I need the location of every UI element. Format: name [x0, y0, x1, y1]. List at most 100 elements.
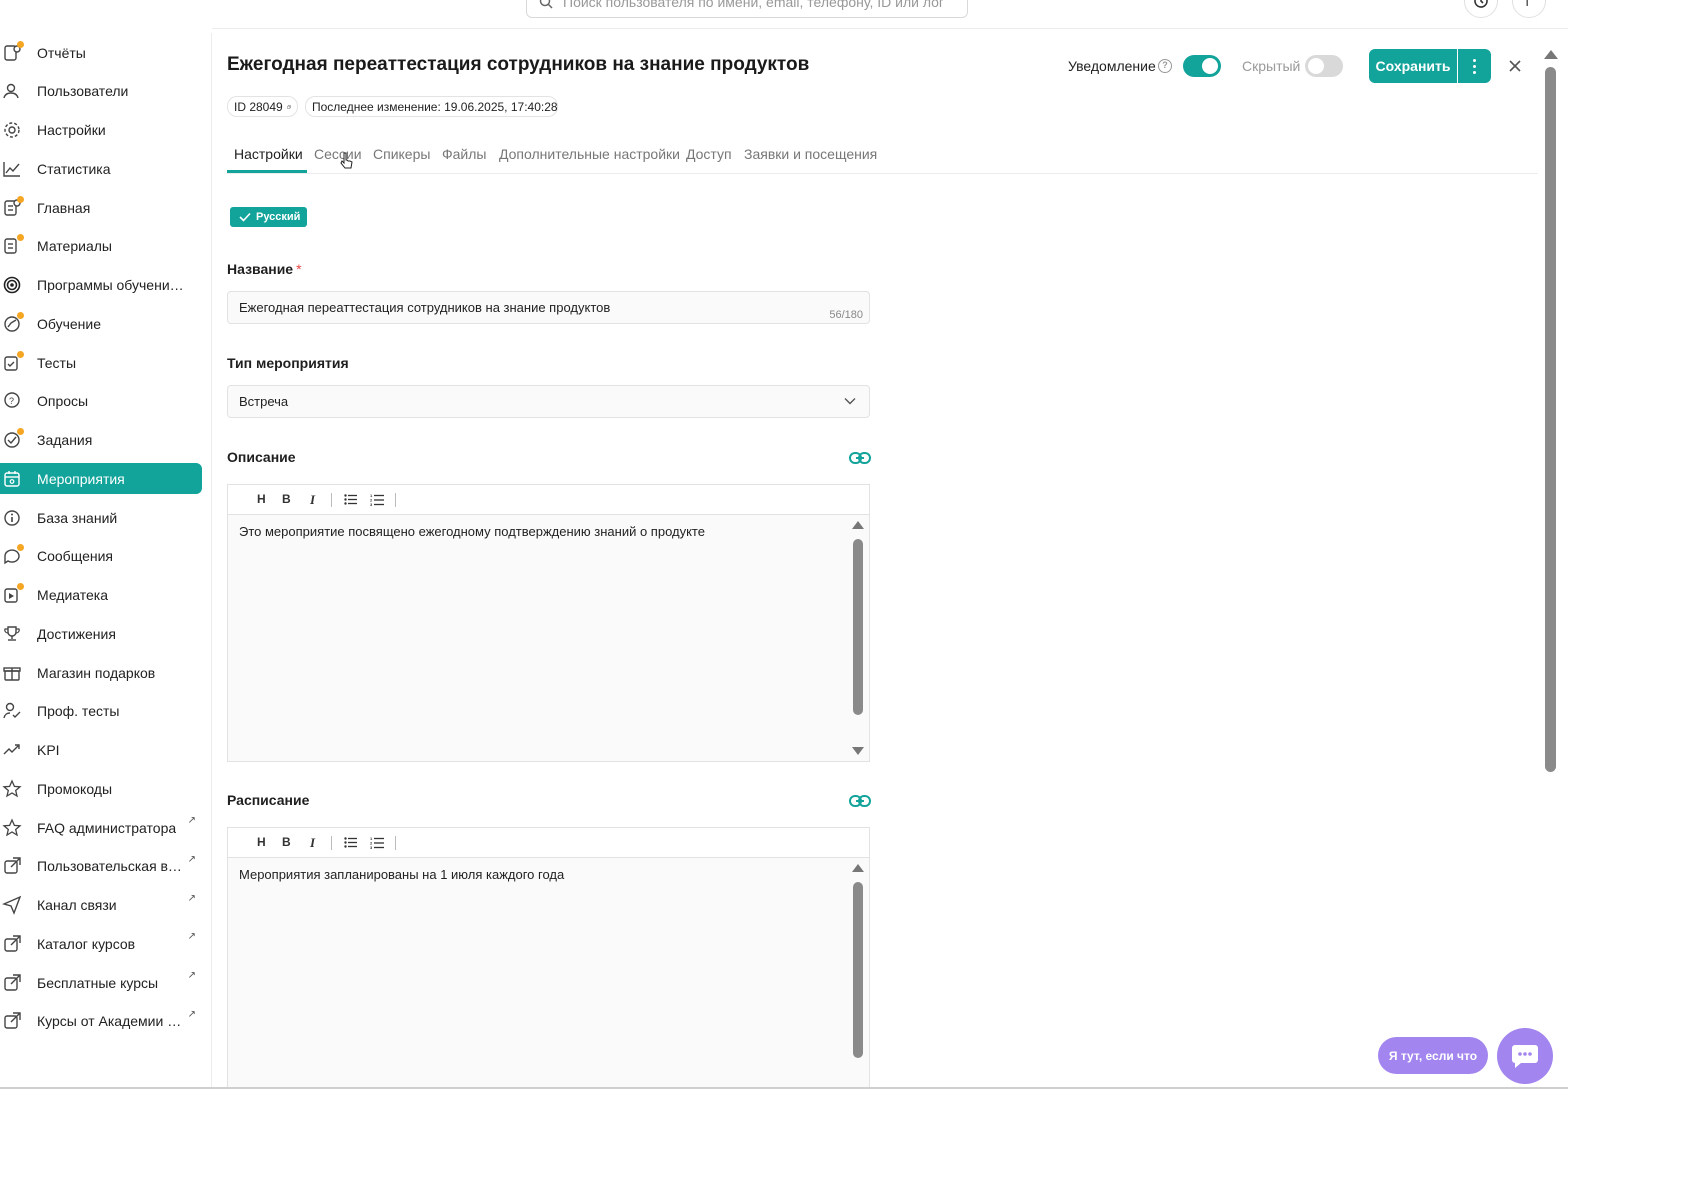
sidebar-item-17[interactable]: Магазин подарков	[0, 657, 202, 688]
hidden-toggle[interactable]	[1305, 55, 1343, 77]
last-modified-label: Последнее изменение: 19.06.2025, 17:40:2…	[312, 99, 558, 114]
pointer-cursor-icon	[340, 152, 353, 169]
sidebar-item-2[interactable]: Пользователи	[0, 76, 202, 107]
sidebar-item-23[interactable]: Канал связи ↗	[0, 890, 202, 921]
page-scrollbar-thumb[interactable]	[1545, 67, 1556, 772]
sidebar-item-14[interactable]: Сообщения	[0, 541, 202, 572]
sidebar-item-13[interactable]: База знаний	[0, 502, 202, 533]
sidebar-item-6[interactable]: Материалы	[0, 231, 202, 262]
search-input[interactable]	[563, 0, 943, 10]
name-counter: 56/180	[829, 309, 863, 321]
description-label: Описание	[227, 449, 296, 465]
bullet-list-icon[interactable]	[344, 494, 357, 505]
external-arrow-icon: ↗	[187, 853, 196, 865]
info-icon	[2, 508, 22, 528]
sidebar-item-19[interactable]: KPI	[0, 735, 202, 766]
link-icon[interactable]	[849, 451, 871, 465]
event-type-value: Встреча	[239, 394, 289, 409]
sidebar-item-label: Магазин подарков	[37, 664, 156, 681]
sidebar-item-3[interactable]: Настройки	[0, 115, 202, 146]
search-icon	[539, 0, 553, 9]
menu-icon[interactable]	[2, 0, 24, 12]
description-text[interactable]: Это мероприятие посвящено ежегодному под…	[228, 515, 869, 548]
link-icon[interactable]	[849, 794, 871, 808]
helper-pill[interactable]: Я тут, если что	[1378, 1037, 1488, 1074]
sidebar-item-15[interactable]: Медиатека	[0, 580, 202, 611]
last-modified-chip[interactable]: Последнее изменение: 19.06.2025, 17:40:2…	[305, 96, 558, 117]
sidebar-item-4[interactable]: Статистика	[0, 153, 202, 184]
sidebar-item-9[interactable]: Тесты	[0, 347, 202, 378]
sidebar-item-16[interactable]: Достижения	[0, 618, 202, 649]
heading-button[interactable]: H	[257, 835, 266, 849]
schedule-editor[interactable]: H B I 123 Мероприятия запланированы на 1…	[227, 827, 870, 1089]
svg-text:3: 3	[370, 502, 373, 506]
bold-button[interactable]: B	[282, 835, 291, 849]
sidebar-item-label: Канал связи	[37, 897, 117, 913]
bottom-divider	[0, 1087, 1568, 1089]
sidebar-item-label: Пользовательская веб-...	[37, 858, 189, 875]
sidebar-item-label: Сообщения	[37, 548, 113, 565]
history-button[interactable]	[1464, 0, 1498, 18]
page-scroll-up-arrow[interactable]	[1544, 50, 1558, 59]
materials-icon	[2, 234, 24, 256]
sidebar-item-22[interactable]: Пользовательская веб-... ↗	[0, 851, 202, 882]
chart-line-icon	[2, 159, 22, 179]
numbered-list-icon[interactable]: 123	[370, 836, 384, 849]
prof-test-icon	[2, 701, 22, 721]
home-doc-icon	[2, 195, 24, 218]
schedule-text[interactable]: Мероприятия запланированы на 1 июля кажд…	[228, 858, 869, 891]
numbered-list-icon[interactable]: 123	[370, 493, 384, 506]
id-chip[interactable]: ID 28049	[227, 96, 298, 117]
tab-4[interactable]: Файлы	[442, 140, 486, 174]
notification-toggle[interactable]	[1183, 55, 1221, 77]
sidebar-item-25[interactable]: Бесплатные курсы ↗	[0, 967, 202, 998]
sidebar-item-26[interactable]: Курсы от Академии Экв... ↗	[0, 1006, 202, 1037]
sidebar-item-label: Проф. тесты	[37, 703, 120, 720]
sidebar-item-label: Материалы	[37, 238, 112, 255]
surveys-icon: ?	[2, 391, 22, 411]
tab-5[interactable]: Дополнительные настройки	[499, 140, 680, 174]
tab-1[interactable]: Настройки	[234, 140, 303, 174]
save-button[interactable]: Сохранить	[1369, 49, 1457, 83]
help-icon[interactable]: ?	[1158, 59, 1172, 73]
name-input[interactable]: Ежегодная переаттестация сотрудников на …	[227, 291, 870, 324]
sidebar-item-10[interactable]: ? Опросы	[0, 386, 202, 417]
sidebar-item-5[interactable]: Главная	[0, 192, 202, 223]
tab-7[interactable]: Заявки и посещения	[744, 140, 877, 174]
tab-2[interactable]: Сессии	[314, 140, 362, 174]
sidebar-item-label: Настройки	[37, 122, 106, 138]
language-badge[interactable]: Русский	[230, 207, 307, 227]
sidebar-item-7[interactable]: Программы обучения п...	[0, 270, 202, 301]
tab-3[interactable]: Спикеры	[373, 140, 430, 174]
search-bar[interactable]	[526, 0, 968, 18]
sidebar-item-8[interactable]: Обучение	[0, 308, 202, 339]
bold-button[interactable]: B	[282, 492, 291, 506]
more-options-button[interactable]	[1458, 49, 1491, 83]
profile-button[interactable]: Г	[1512, 0, 1546, 18]
copy-icon[interactable]	[286, 101, 291, 113]
italic-button[interactable]: I	[310, 492, 315, 508]
schedule-scrollbar[interactable]	[852, 864, 864, 1064]
heading-button[interactable]: H	[257, 492, 266, 506]
chat-button[interactable]	[1497, 1028, 1553, 1084]
close-icon[interactable]	[1506, 57, 1524, 75]
sidebar-item-21[interactable]: FAQ администратора ↗	[0, 812, 202, 843]
event-type-select[interactable]: Встреча	[227, 385, 870, 418]
name-label: Название *	[227, 261, 302, 277]
sidebar-item-1[interactable]: Отчёты	[0, 37, 202, 68]
italic-button[interactable]: I	[310, 835, 315, 851]
sidebar: Отчёты Пользователи Настройки Статистика Гла…	[0, 33, 212, 1089]
bullet-list-icon[interactable]	[344, 837, 357, 848]
sidebar-item-18[interactable]: Проф. тесты	[0, 696, 202, 727]
tab-6[interactable]: Доступ	[686, 140, 732, 174]
sidebar-item-24[interactable]: Каталог курсов ↗	[0, 928, 202, 959]
sidebar-item-label: Промокоды	[37, 780, 113, 797]
description-editor[interactable]: H B I 123 Это мероприятие посвящено ежег…	[227, 484, 870, 762]
description-scrollbar[interactable]	[852, 521, 864, 755]
language-label: Русский	[256, 211, 301, 223]
hidden-label: Скрытый	[1242, 58, 1301, 74]
reports-icon	[2, 40, 24, 63]
sidebar-item-12[interactable]: Мероприятия	[0, 463, 202, 495]
sidebar-item-20[interactable]: Промокоды	[0, 773, 202, 804]
sidebar-item-11[interactable]: Задания	[0, 425, 202, 456]
